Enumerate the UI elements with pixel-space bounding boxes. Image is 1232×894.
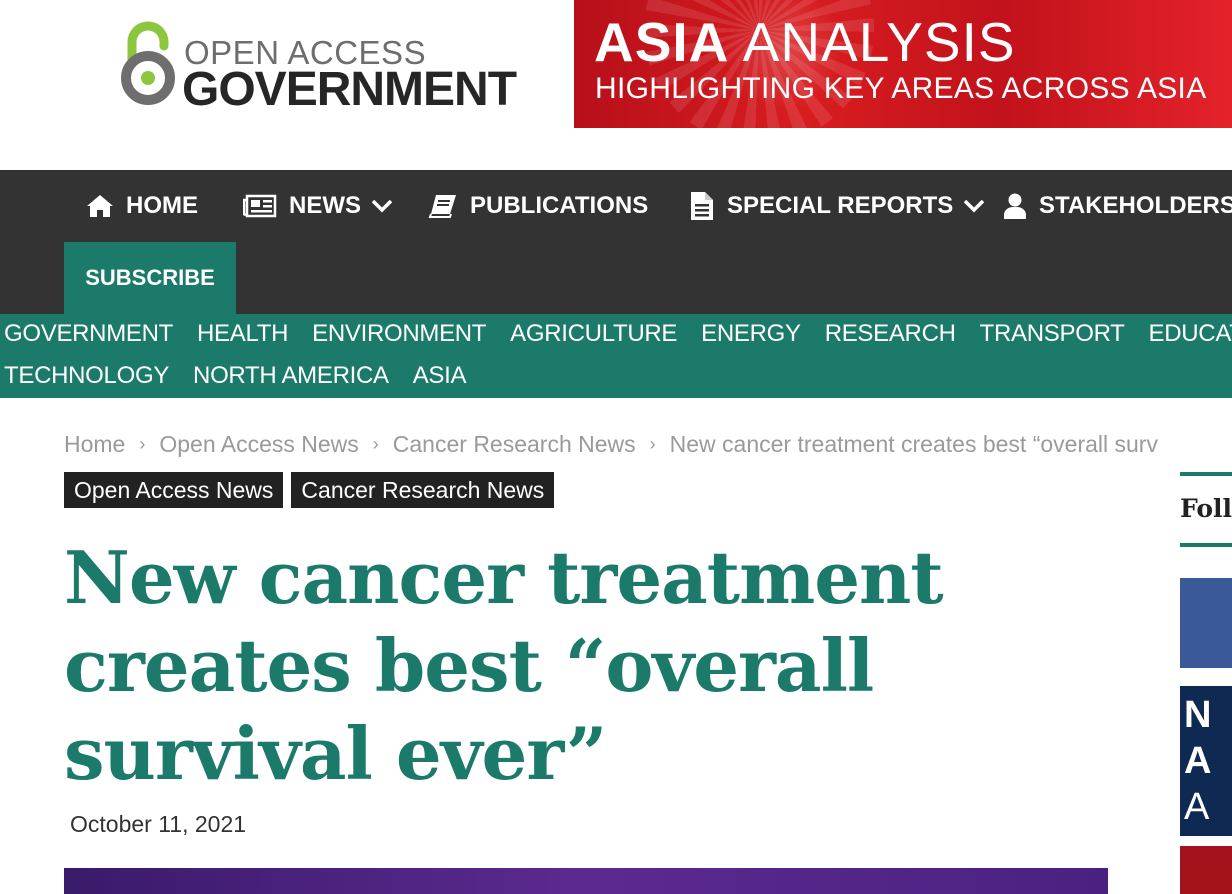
category-environment[interactable]: ENVIRONMENT: [312, 320, 486, 348]
nav-item-stakeholders[interactable]: STAKEHOLDERS: [1003, 188, 1232, 224]
chevron-down-icon: [964, 199, 985, 213]
rail-divider-bottom: [1180, 543, 1232, 547]
rail-advert-text-1: N: [1184, 694, 1212, 736]
category-row-2: TECHNOLOGY NORTH AMERICA ASIA: [4, 362, 490, 390]
rail-advert-2[interactable]: [1180, 846, 1232, 894]
category-health[interactable]: HEALTH: [197, 320, 288, 348]
category-research[interactable]: RESEARCH: [825, 320, 956, 348]
category-energy[interactable]: ENERGY: [701, 320, 801, 348]
nav-label-news: NEWS: [289, 192, 361, 219]
article-title-line-1: New cancer treatment: [64, 535, 944, 620]
article-hero-image: [64, 868, 1108, 894]
main-navigation: HOME NEWS PUBLICATIONS SPECIAL REPORTS S…: [0, 170, 1232, 314]
banner-title-bold: ASIA: [594, 11, 730, 73]
user-icon: [1004, 193, 1026, 219]
book-icon: [428, 195, 456, 218]
article-date: October 11, 2021: [70, 811, 247, 837]
article-title-line-3: survival ever”: [64, 711, 607, 796]
tag-cancer-research-news[interactable]: Cancer Research News: [291, 472, 555, 508]
breadcrumb-cancer-research-news[interactable]: Cancer Research News: [393, 431, 636, 458]
site-logo[interactable]: OPEN ACCESS GOVERNMENT: [118, 18, 528, 116]
category-government[interactable]: GOVERNMENT: [4, 320, 173, 348]
banner-subtitle: HIGHLIGHTING KEY AREAS ACROSS ASIA: [595, 72, 1207, 105]
facebook-follow-box[interactable]: [1180, 578, 1232, 668]
nav-item-special-reports[interactable]: SPECIAL REPORTS: [689, 188, 985, 224]
category-row-1: GOVERNMENT HEALTH ENVIRONMENT AGRICULTUR…: [4, 320, 1232, 348]
logo-text-government: GOVERNMENT: [182, 63, 517, 116]
nav-item-publications[interactable]: PUBLICATIONS: [428, 188, 648, 224]
category-bar: GOVERNMENT HEALTH ENVIRONMENT AGRICULTUR…: [0, 314, 1232, 398]
category-agriculture[interactable]: AGRICULTURE: [510, 320, 677, 348]
nav-label-home: HOME: [126, 192, 198, 219]
banner-title: ASIA ANALYSIS: [594, 10, 1016, 74]
category-transport[interactable]: TRANSPORT: [980, 320, 1125, 348]
chevron-right-icon: ›: [139, 433, 146, 454]
breadcrumb-home[interactable]: Home: [64, 431, 125, 458]
rail-divider-top: [1180, 472, 1232, 476]
nav-item-home[interactable]: HOME: [86, 188, 198, 224]
home-icon: [87, 195, 113, 217]
open-lock-logo-icon: [121, 21, 175, 105]
article-tags: Open Access News Cancer Research News: [64, 472, 562, 508]
nav-label-stakeholders: STAKEHOLDERS: [1039, 192, 1232, 219]
category-north-america[interactable]: NORTH AMERICA: [193, 362, 389, 390]
chevron-down-icon: [371, 199, 393, 213]
rail-follow-heading: Follo: [1180, 494, 1232, 523]
nav-label-publications: PUBLICATIONS: [470, 192, 649, 219]
breadcrumb-open-access-news[interactable]: Open Access News: [159, 431, 358, 458]
chevron-right-icon: ›: [372, 433, 379, 454]
category-asia[interactable]: ASIA: [413, 362, 467, 390]
tag-open-access-news[interactable]: Open Access News: [64, 472, 284, 508]
chevron-right-icon: ›: [649, 433, 656, 454]
subscribe-button[interactable]: SUBSCRIBE: [64, 242, 236, 314]
breadcrumb: Home › Open Access News › Cancer Researc…: [64, 429, 1232, 459]
document-icon: [691, 192, 713, 220]
category-technology[interactable]: TECHNOLOGY: [4, 362, 169, 390]
newspaper-icon: [243, 194, 277, 218]
article-title: New cancer treatment creates best “overa…: [64, 534, 1124, 798]
nav-item-news[interactable]: NEWS: [243, 188, 393, 224]
breadcrumb-current-article: New cancer treatment creates best “overa…: [669, 430, 1158, 457]
rail-advert-text-3: A: [1184, 786, 1210, 828]
nav-label-special-reports: SPECIAL REPORTS: [727, 192, 954, 219]
rail-advert[interactable]: N A A: [1180, 686, 1232, 836]
category-education[interactable]: EDUCATIO: [1149, 320, 1232, 348]
rail-advert-text-2: A: [1184, 740, 1212, 782]
article-title-line-2: creates best “overall: [64, 623, 874, 708]
asia-analysis-banner[interactable]: ASIA ANALYSIS HIGHLIGHTING KEY AREAS ACR…: [574, 0, 1232, 128]
banner-title-light: ANALYSIS: [729, 11, 1016, 73]
